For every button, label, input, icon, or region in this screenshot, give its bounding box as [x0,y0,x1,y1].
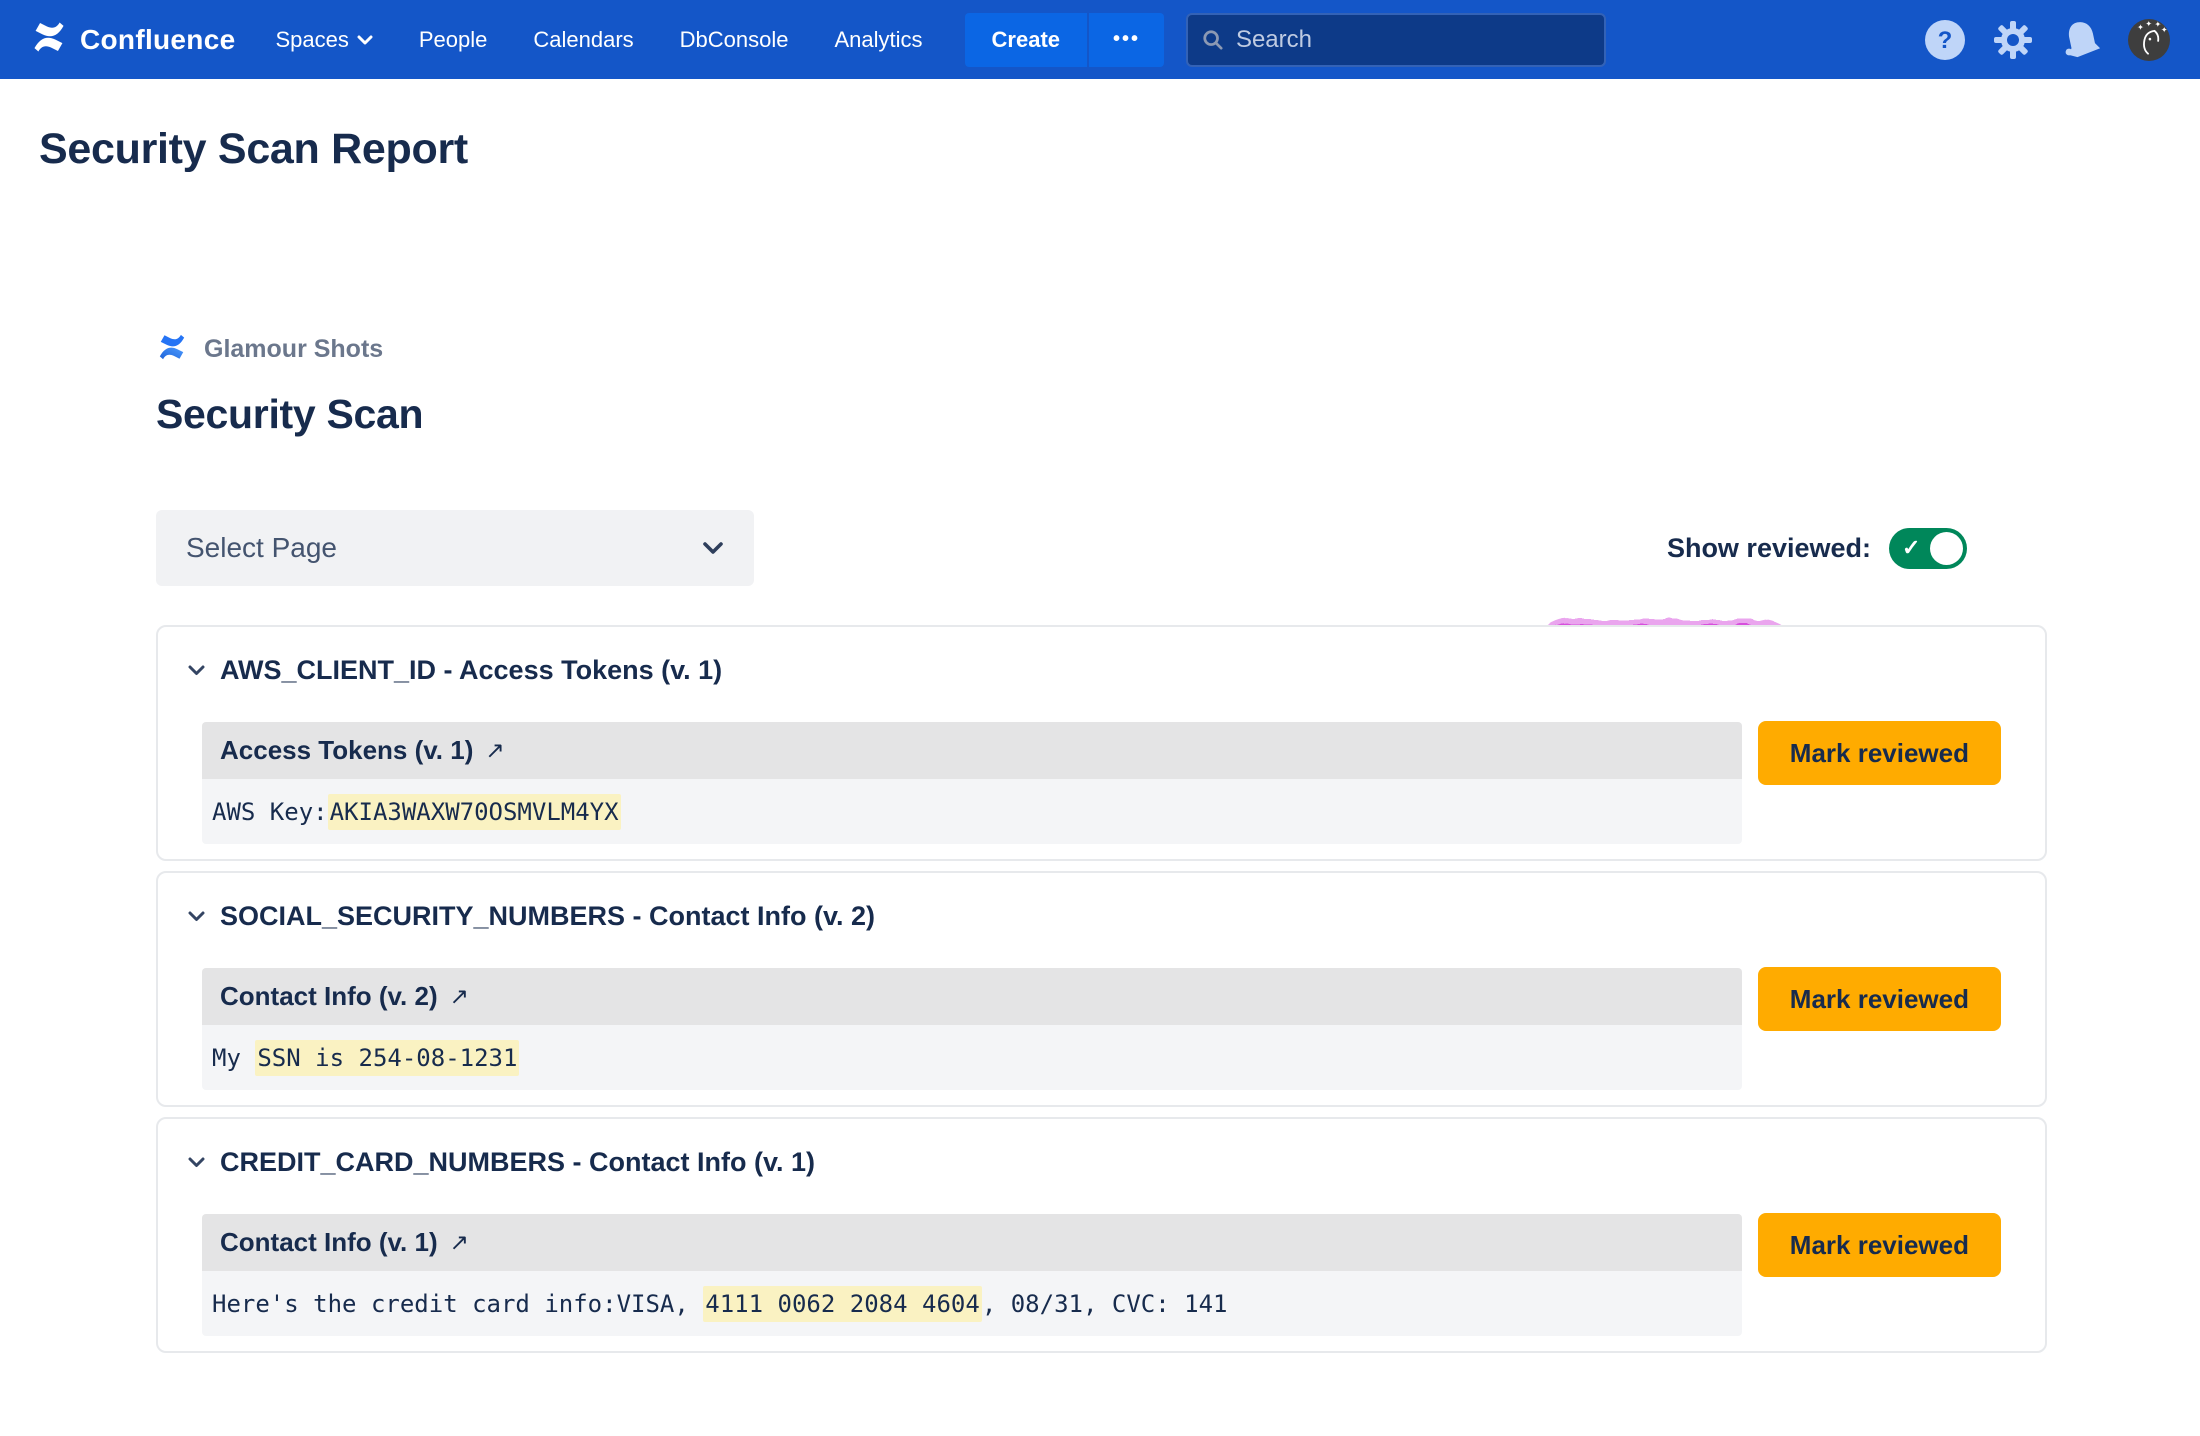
external-link-icon: ↗ [485,737,504,764]
check-icon: ✓ [1902,535,1920,561]
svg-text:✦: ✦ [2145,19,2152,28]
confluence-logo-icon [30,19,68,60]
finding-title: AWS_CLIENT_ID - Access Tokens (v. 1) [220,655,722,686]
search-box[interactable] [1186,13,1606,67]
snippet-header: Access Tokens (v. 1) ↗ [202,722,1742,779]
finding-card: SOCIAL_SECURITY_NUMBERS - Contact Info (… [156,871,2047,1107]
snippet-highlight: AKIA3WAXW70OSMVLM4YX [328,794,621,830]
finding-card-header[interactable]: AWS_CLIENT_ID - Access Tokens (v. 1) [158,627,2045,686]
snippet-text-before: Here's the credit card info:VISA, [212,1290,703,1318]
filter-toolbar: Select Page Show reviewed: ✓ [156,510,2047,586]
svg-text:✦: ✦ [2161,25,2168,34]
finding-title: SOCIAL_SECURITY_NUMBERS - Contact Info (… [220,901,875,932]
snippet-content: AWS Key:AKIA3WAXW70OSMVLM4YX [202,779,1742,844]
snippet-content: Here's the credit card info:VISA, 4111 0… [202,1271,1742,1336]
page-link[interactable]: Contact Info (v. 2) [220,981,438,1012]
finding-card: CREDIT_CARD_NUMBERS - Contact Info (v. 1… [156,1117,2047,1353]
show-reviewed-toggle[interactable]: ✓ [1889,528,1967,569]
page-title: Security Scan Report [39,125,2200,174]
snippet-text-before: AWS Key: [212,798,328,826]
show-reviewed-control: Show reviewed: ✓ [1667,528,1967,569]
findings-list: AWS_CLIENT_ID - Access Tokens (v. 1) Acc… [156,625,2047,1353]
mark-reviewed-button[interactable]: Mark reviewed [1758,1213,2001,1277]
settings-gear-icon[interactable] [1992,19,2034,61]
help-icon[interactable]: ? [1924,19,1966,61]
more-options-button[interactable]: ••• [1089,13,1164,67]
snippet-content: My SSN is 254-08-1231 [202,1025,1742,1090]
svg-text:?: ? [1938,27,1953,54]
main-content: Glamour Shots Security Scan Export Space [156,332,2047,1353]
search-icon [1202,28,1224,52]
top-nav: Confluence Spaces People Calendars DbCon… [0,0,2200,79]
space-name-link[interactable]: Glamour Shots [204,335,383,364]
finding-card-header[interactable]: CREDIT_CARD_NUMBERS - Contact Info (v. 1… [158,1119,2045,1178]
snippet-header: Contact Info (v. 1) ↗ [202,1214,1742,1271]
scan-heading: Security Scan [156,391,2047,438]
finding-card-header[interactable]: SOCIAL_SECURITY_NUMBERS - Contact Info (… [158,873,2045,932]
nav-item-analytics[interactable]: Analytics [835,27,923,53]
chevron-down-icon [357,35,373,45]
search-input[interactable] [1236,26,1590,54]
create-button[interactable]: Create [965,13,1087,67]
snippet-highlight: SSN is 254-08-1231 [255,1040,519,1076]
finding-snippet-panel: Access Tokens (v. 1) ↗ AWS Key:AKIA3WAXW… [202,722,1742,844]
snippet-header: Contact Info (v. 2) ↗ [202,968,1742,1025]
space-logo-icon [156,332,188,367]
chevron-down-icon [702,541,724,555]
finding-snippet-panel: Contact Info (v. 2) ↗ My SSN is 254-08-1… [202,968,1742,1090]
page-link[interactable]: Contact Info (v. 1) [220,1227,438,1258]
nav-right-icons: ? [1924,19,2170,61]
snippet-text-before: My [212,1044,255,1072]
chevron-down-icon [188,665,205,676]
mark-reviewed-button[interactable]: Mark reviewed [1758,967,2001,1031]
confluence-brand[interactable]: Confluence [30,19,235,60]
toggle-knob [1930,532,1963,565]
show-reviewed-label: Show reviewed: [1667,533,1871,564]
notifications-bell-icon[interactable] [2060,19,2102,61]
user-avatar[interactable]: ✦ ✦ ✦ ✦ [2128,19,2170,61]
finding-title: CREDIT_CARD_NUMBERS - Contact Info (v. 1… [220,1147,815,1178]
external-link-icon: ↗ [450,1229,469,1256]
nav-item-calendars[interactable]: Calendars [533,27,633,53]
external-link-icon: ↗ [450,983,469,1010]
select-page-dropdown[interactable]: Select Page [156,510,754,586]
svg-text:✦: ✦ [2137,22,2144,31]
finding-snippet-panel: Contact Info (v. 1) ↗ Here's the credit … [202,1214,1742,1336]
snippet-text-after: , 08/31, CVC: 141 [982,1290,1228,1318]
nav-menu: Spaces People Calendars DbConsole Analyt… [275,27,922,53]
finding-card: AWS_CLIENT_ID - Access Tokens (v. 1) Acc… [156,625,2047,861]
chevron-down-icon [188,911,205,922]
nav-item-people[interactable]: People [419,27,488,53]
brand-name: Confluence [80,24,235,56]
create-button-group: Create ••• [965,13,1165,67]
page-link[interactable]: Access Tokens (v. 1) [220,735,473,766]
select-page-label: Select Page [186,532,337,564]
mark-reviewed-button[interactable]: Mark reviewed [1758,721,2001,785]
chevron-down-icon [188,1157,205,1168]
nav-item-dbconsole[interactable]: DbConsole [680,27,789,53]
snippet-highlight: 4111 0062 2084 4604 [703,1286,982,1322]
breadcrumb: Glamour Shots [156,332,2047,367]
nav-item-spaces[interactable]: Spaces [275,27,372,53]
